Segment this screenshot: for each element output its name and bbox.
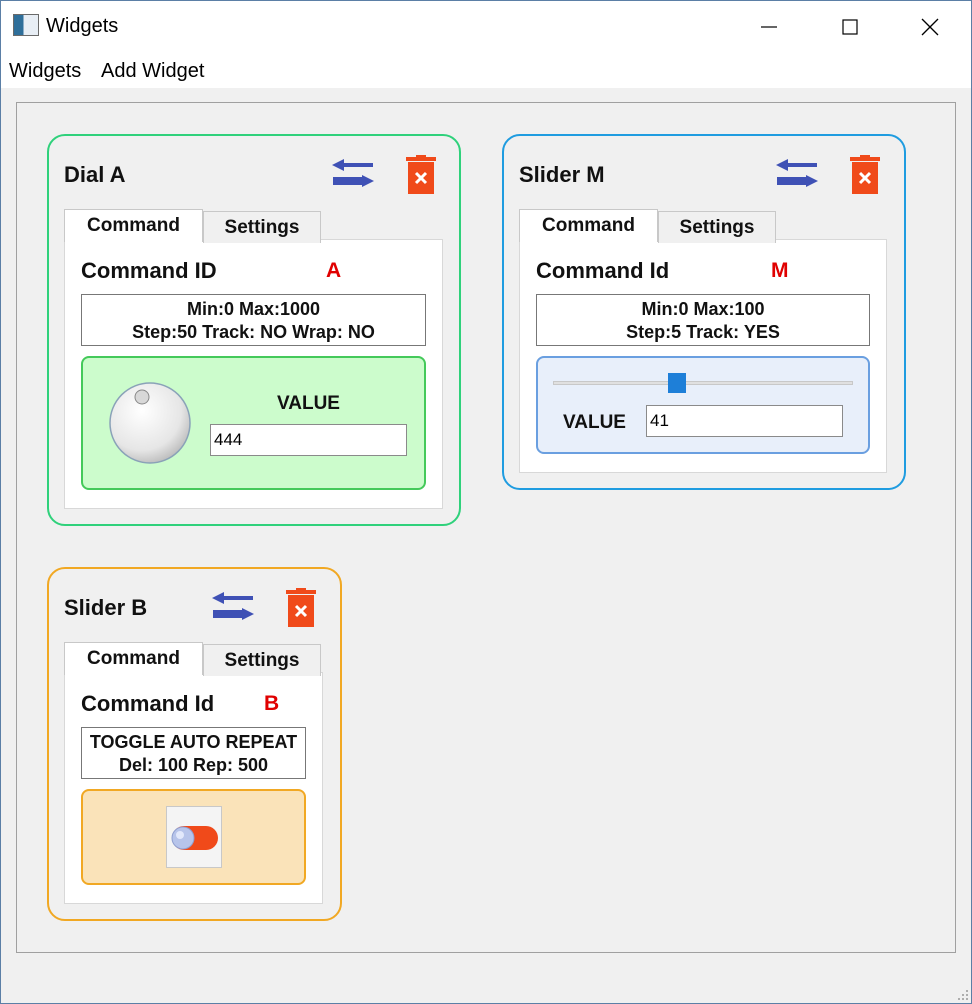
- info-line: Min:0 Max:100: [641, 299, 765, 319]
- value-field[interactable]: 41: [646, 405, 843, 437]
- command-id-label: Command Id: [81, 691, 215, 716]
- info-line: Del: 100 Rep: 500: [118, 755, 269, 775]
- minimize-icon: [761, 26, 777, 28]
- resize-grip-icon[interactable]: [955, 987, 969, 1001]
- slider-track[interactable]: [553, 381, 853, 385]
- info-line: Step:5 Track: YES: [626, 322, 780, 342]
- toggle-button[interactable]: [166, 806, 222, 868]
- slider-handle[interactable]: [668, 373, 686, 393]
- value-label: VALUE: [277, 393, 340, 414]
- widget-info-box: TOGGLE AUTO REPEAT Del: 100 Rep: 500: [81, 727, 306, 779]
- value-label: VALUE: [563, 412, 626, 433]
- widget-title: Slider M: [519, 162, 605, 187]
- tab-command[interactable]: Command: [64, 642, 203, 675]
- tab-settings[interactable]: Settings: [203, 211, 321, 243]
- tab-settings[interactable]: Settings: [658, 211, 776, 243]
- command-id-label: Command ID: [81, 258, 217, 283]
- info-line: Step:50 Track: NO Wrap: NO: [132, 322, 375, 342]
- widget-info-box: Min:0 Max:1000 Step:50 Track: NO Wrap: N…: [81, 294, 426, 346]
- swap-arrows-icon[interactable]: [212, 588, 254, 628]
- window-border: [0, 88, 1, 1004]
- minimize-button[interactable]: [744, 10, 794, 44]
- command-id-value: M: [771, 259, 789, 282]
- value-field[interactable]: 444: [210, 424, 407, 456]
- trash-delete-icon[interactable]: [849, 155, 881, 195]
- trash-delete-icon[interactable]: [285, 588, 317, 628]
- widget-info-box: Min:0 Max:100 Step:5 Track: YES: [536, 294, 870, 346]
- swap-arrows-icon[interactable]: [332, 155, 374, 195]
- command-id-value: B: [264, 692, 280, 715]
- widget-title: Slider B: [64, 595, 148, 620]
- maximize-button[interactable]: [825, 10, 875, 44]
- info-line: TOGGLE AUTO REPEAT: [89, 732, 298, 752]
- swap-arrows-icon[interactable]: [776, 155, 818, 195]
- toggle-switch-icon: [171, 826, 218, 850]
- info-line: Min:0 Max:1000: [186, 299, 321, 319]
- close-icon: [921, 18, 939, 36]
- window-title: Widgets: [46, 15, 119, 37]
- dial-knob-icon[interactable]: [107, 380, 193, 466]
- maximize-icon: [842, 19, 858, 35]
- widget-title: Dial A: [64, 162, 126, 187]
- close-button[interactable]: [905, 10, 955, 44]
- tab-command[interactable]: Command: [64, 209, 203, 242]
- trash-delete-icon[interactable]: [405, 155, 437, 195]
- menu-add-widget[interactable]: Add Widget: [101, 60, 204, 83]
- app-icon: [13, 14, 39, 36]
- command-id-value: A: [326, 259, 342, 282]
- tab-settings[interactable]: Settings: [203, 644, 321, 676]
- command-id-label: Command Id: [536, 258, 670, 283]
- tab-command[interactable]: Command: [519, 209, 658, 242]
- menu-widgets[interactable]: Widgets: [9, 60, 81, 83]
